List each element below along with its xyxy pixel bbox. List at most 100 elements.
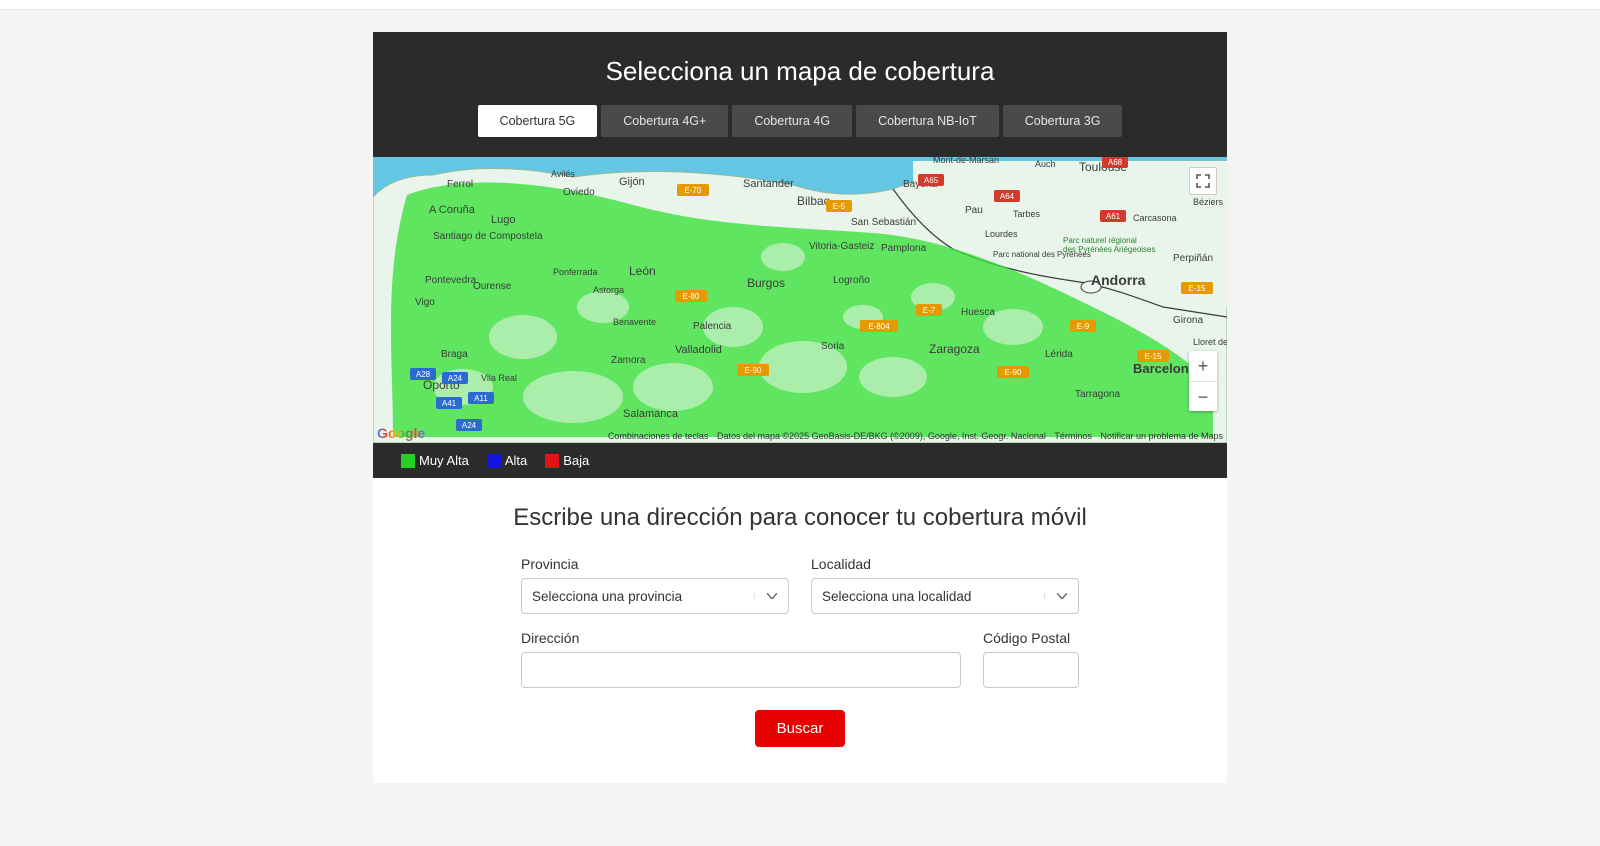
cp-label: Código Postal — [983, 630, 1079, 646]
map-city-label: Zamora — [611, 355, 646, 366]
map-city-label: Barcelona — [1133, 361, 1197, 376]
map-city-label: Ponferrada — [553, 267, 598, 277]
map-city-label: Perpiñán — [1173, 253, 1213, 264]
top-nav-bar — [0, 0, 1600, 10]
attrib-shortcuts[interactable]: Combinaciones de teclas — [608, 431, 709, 441]
map-city-label: Bilbao — [797, 194, 831, 208]
map-road-badge: E-70 — [677, 184, 709, 196]
map-city-label: Benavente — [613, 317, 656, 327]
fullscreen-icon — [1196, 174, 1210, 188]
svg-text:A11: A11 — [474, 394, 488, 403]
legend-item: Baja — [545, 453, 589, 468]
attrib-report[interactable]: Notificar un problema de Maps — [1100, 431, 1223, 441]
map-city-label: Palencia — [693, 321, 732, 332]
map-city-label: Logroño — [833, 275, 870, 286]
zoom-in-button[interactable]: + — [1189, 351, 1217, 381]
map-city-label: Lloret de Mar — [1193, 337, 1227, 347]
fullscreen-button[interactable] — [1189, 167, 1217, 195]
legend-label: Alta — [505, 453, 527, 468]
tab-cobertura-4g[interactable]: Cobertura 4G — [732, 105, 852, 137]
map-city-label: Avilés — [551, 169, 575, 179]
map-road-badge: A61 — [1100, 210, 1126, 222]
map-city-label: Zaragoza — [929, 342, 980, 356]
map-city-label: Valladolid — [675, 344, 722, 356]
map-city-label: Vigo — [415, 297, 435, 308]
map-city-label: A Coruña — [429, 204, 476, 216]
svg-text:E-15: E-15 — [1189, 284, 1206, 293]
widget-header: Selecciona un mapa de cobertura Cobertur… — [373, 32, 1227, 157]
tab-cobertura-5g[interactable]: Cobertura 5G — [478, 105, 598, 137]
localidad-select[interactable]: Selecciona una localidad — [811, 578, 1079, 614]
map-road-badge: E-80 — [675, 290, 707, 302]
map-city-label: Pontevedra — [425, 275, 477, 286]
map-city-label: Salamanca — [623, 408, 679, 420]
legend-swatch — [487, 454, 501, 468]
map-road-badge: E-15 — [1181, 282, 1213, 294]
map-road-badge: A41 — [436, 397, 462, 409]
map-road-badge: E-90 — [997, 366, 1029, 378]
map-city-label: Andorra — [1091, 272, 1146, 288]
map-city-label: Ourense — [473, 281, 512, 292]
svg-text:A61: A61 — [1106, 212, 1121, 221]
svg-text:E-80: E-80 — [683, 292, 700, 301]
legend-label: Muy Alta — [419, 453, 469, 468]
svg-text:E-90: E-90 — [1005, 368, 1022, 377]
map-city-label: León — [629, 264, 656, 278]
svg-text:A28: A28 — [416, 370, 431, 379]
tab-cobertura-nb-iot[interactable]: Cobertura NB-IoT — [856, 105, 999, 137]
address-form: Escribe una dirección para conocer tu co… — [373, 478, 1227, 783]
map-city-label: Lourdes — [985, 229, 1018, 239]
svg-text:E-70: E-70 — [685, 186, 702, 195]
map-city-label: Burgos — [747, 276, 785, 290]
coverage-widget: Selecciona un mapa de cobertura Cobertur… — [373, 32, 1227, 783]
coverage-tabs: Cobertura 5GCobertura 4G+Cobertura 4GCob… — [373, 105, 1227, 137]
map-city-label: Vila Real — [481, 373, 517, 383]
svg-text:E-15: E-15 — [1145, 352, 1162, 361]
map-road-badge: A68 — [1102, 157, 1128, 168]
map-road-badge: A28 — [410, 368, 436, 380]
zoom-out-button[interactable]: − — [1189, 381, 1217, 411]
map-city-label: San Sebastián — [851, 217, 916, 228]
zoom-controls: + − — [1189, 351, 1217, 411]
map-city-label: Huesca — [961, 307, 995, 318]
svg-text:A41: A41 — [442, 399, 457, 408]
map-city-label: Tarbes — [1013, 209, 1041, 219]
localidad-label: Localidad — [811, 556, 1079, 572]
form-title: Escribe una dirección para conocer tu co… — [433, 504, 1167, 532]
map-city-label: Parc national des Pyrénées — [993, 250, 1091, 259]
direccion-input[interactable] — [521, 652, 961, 688]
map-road-badge: E-7 — [916, 304, 942, 316]
legend-label: Baja — [563, 453, 589, 468]
coverage-map[interactable]: A CoruñaSantiago de CompostelaFerrolLugo… — [373, 157, 1227, 443]
map-city-label: Pamplona — [881, 243, 926, 254]
cp-input[interactable] — [983, 652, 1079, 688]
map-road-badge: A65 — [918, 174, 944, 186]
map-road-badge: E-5 — [826, 200, 852, 212]
map-city-label: Auch — [1035, 159, 1056, 169]
coverage-legend: Muy Alta Alta Baja — [373, 443, 1227, 478]
map-city-label: Vitoria-Gasteiz — [809, 241, 874, 252]
svg-text:A64: A64 — [1000, 192, 1015, 201]
map-attribution: Google Combinaciones de teclas Datos del… — [377, 425, 1223, 441]
map-road-badge: A64 — [994, 190, 1020, 202]
map-city-label: Oviedo — [563, 187, 595, 198]
search-button[interactable]: Buscar — [755, 710, 846, 747]
map-canvas[interactable]: A CoruñaSantiago de CompostelaFerrolLugo… — [373, 157, 1227, 443]
legend-swatch — [401, 454, 415, 468]
localidad-value: Selecciona una localidad — [812, 589, 1044, 604]
map-city-label: Girona — [1173, 315, 1203, 326]
tab-cobertura-3g[interactable]: Cobertura 3G — [1003, 105, 1123, 137]
legend-item: Muy Alta — [401, 453, 469, 468]
map-road-badge: A11 — [468, 392, 494, 404]
map-road-badge: A24 — [442, 372, 468, 384]
map-city-label: Soria — [821, 341, 845, 352]
map-city-label: Gijón — [619, 176, 645, 188]
attrib-data: Datos del mapa ©2025 GeoBasis-DE/BKG (©2… — [717, 431, 1046, 441]
tab-cobertura-4g+[interactable]: Cobertura 4G+ — [601, 105, 728, 137]
legend-swatch — [545, 454, 559, 468]
provincia-select[interactable]: Selecciona una provincia — [521, 578, 789, 614]
map-city-label: Santander — [743, 178, 794, 190]
attrib-terms[interactable]: Términos — [1054, 431, 1092, 441]
map-city-label: Astorga — [593, 285, 624, 295]
map-road-badge: E-90 — [737, 364, 769, 376]
